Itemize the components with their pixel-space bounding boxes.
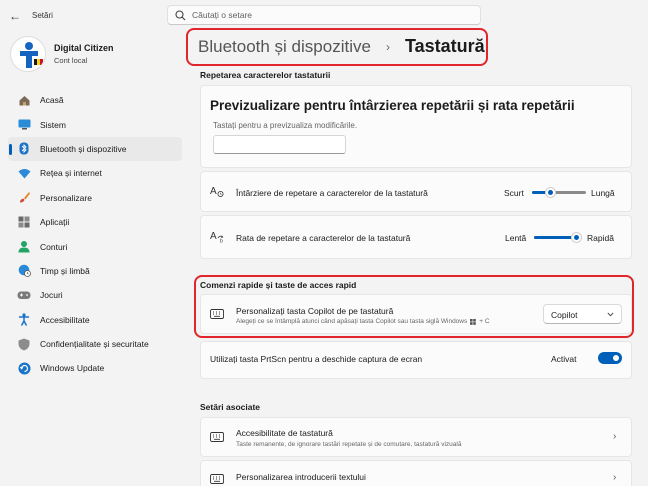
rate-icon: Ab xyxy=(210,229,226,245)
sidebar-item-label: Personalizare xyxy=(40,192,92,203)
sidebar-item-label: Windows Update xyxy=(40,363,105,374)
user-name: Digital Citizen xyxy=(54,43,114,53)
sidebar-item-label: Jocuri xyxy=(40,290,63,301)
shield-icon xyxy=(17,337,31,351)
apps-icon xyxy=(17,215,31,229)
sidebar-nav: Acasă Sistem Bluetooth și dispozitive Re… xyxy=(8,88,182,381)
sidebar-item-time-language[interactable]: Timp și limbă xyxy=(8,259,182,283)
gamepad-icon xyxy=(17,288,31,302)
svg-text:A: A xyxy=(210,231,217,242)
home-icon xyxy=(17,93,31,107)
delay-label: Întârziere de repetare a caracterelor de… xyxy=(236,188,428,198)
chevron-right-icon: › xyxy=(613,472,617,483)
copilot-description-text: Alegeți ce se întâmplă atunci când apăsa… xyxy=(236,318,468,325)
copilot-description: Alegeți ce se întâmplă atunci când apăsa… xyxy=(236,318,490,325)
delay-max-label: Lungă xyxy=(591,188,615,198)
monitor-icon xyxy=(17,118,31,132)
search-box[interactable] xyxy=(167,5,481,25)
accessibility-icon xyxy=(17,313,31,327)
preview-input[interactable] xyxy=(213,135,346,154)
windows-logo-icon xyxy=(470,318,477,325)
search-icon xyxy=(175,10,186,21)
sidebar-item-label: Aplicații xyxy=(40,217,70,228)
rate-label: Rata de repetare a caracterelor de la ta… xyxy=(236,233,411,243)
sidebar-item-bluetooth-devices[interactable]: Bluetooth și dispozitive xyxy=(8,136,182,162)
related-item-description: Taste remanente, de ignorare tastări rep… xyxy=(236,441,462,448)
prtscn-state-label: Activat xyxy=(551,354,577,364)
person-icon xyxy=(17,240,31,254)
prtscn-toggle[interactable] xyxy=(598,352,622,364)
preview-hint: Tastați pentru a previzualiza modificări… xyxy=(213,121,358,130)
breadcrumb-parent[interactable]: Bluetooth și dispozitive xyxy=(198,37,371,57)
breadcrumb-separator: › xyxy=(386,40,390,54)
sidebar-item-system[interactable]: Sistem xyxy=(8,112,182,136)
sidebar-item-label: Confidențialitate și securitate xyxy=(40,339,149,350)
copilot-dropdown-value: Copilot xyxy=(551,310,578,320)
wifi-icon xyxy=(17,166,31,180)
sidebar-item-accounts[interactable]: Conturi xyxy=(8,234,182,258)
section-title-repeat: Repetarea caracterelor tastaturii xyxy=(200,70,331,80)
digital-citizen-logo-icon xyxy=(12,38,45,71)
rate-slider[interactable] xyxy=(534,231,582,243)
copilot-label: Personalizați tasta Copilot de pe tastat… xyxy=(236,306,394,316)
copilot-dropdown[interactable]: Copilot xyxy=(543,304,622,324)
sidebar-item-label: Conturi xyxy=(40,241,68,252)
sidebar-item-label: Bluetooth și dispozitive xyxy=(40,143,127,154)
section-title-shortcuts: Comenzi rapide și taste de acces rapid xyxy=(200,280,357,290)
user-account-type: Cont local xyxy=(54,56,88,65)
sidebar-item-apps[interactable]: Aplicații xyxy=(8,210,182,234)
svg-text:A: A xyxy=(210,186,217,197)
rate-min-label: Lentă xyxy=(505,233,527,243)
app-title: Setări xyxy=(32,11,53,20)
sidebar-item-accessibility[interactable]: Accesibilitate xyxy=(8,308,182,332)
keyboard-icon xyxy=(210,309,224,321)
brush-icon xyxy=(17,191,31,205)
delay-slider-thumb[interactable] xyxy=(545,186,556,198)
sidebar-item-label: Sistem xyxy=(40,119,66,130)
rate-slider-thumb[interactable] xyxy=(571,231,582,243)
globe-clock-icon xyxy=(17,264,31,278)
delay-slider[interactable] xyxy=(532,186,586,198)
related-item-label: Personalizarea introducerii textului xyxy=(236,472,366,482)
delay-icon: A xyxy=(210,184,224,200)
keyboard-icon xyxy=(210,432,224,444)
sidebar-item-label: Acasă xyxy=(40,95,64,106)
chevron-right-icon: › xyxy=(613,431,617,442)
bluetooth-icon xyxy=(17,142,31,156)
rate-max-label: Rapidă xyxy=(587,233,614,243)
sidebar-item-privacy-security[interactable]: Confidențialitate și securitate xyxy=(8,332,182,356)
sidebar-item-label: Accesibilitate xyxy=(40,314,90,325)
copilot-description-suffix: + C xyxy=(479,318,490,325)
sidebar-item-gaming[interactable]: Jocuri xyxy=(8,283,182,307)
preview-title: Previzualizare pentru întârzierea repetă… xyxy=(210,98,575,113)
sidebar-item-label: Rețea și internet xyxy=(40,168,102,179)
update-icon xyxy=(17,361,31,375)
avatar[interactable] xyxy=(10,36,46,72)
section-title-related: Setări asociate xyxy=(200,402,261,412)
related-item-label: Accesibilitate de tastatură xyxy=(236,428,333,438)
page-title: Tastatură xyxy=(405,36,485,56)
sidebar-item-network[interactable]: Rețea și internet xyxy=(8,161,182,185)
prtscn-label: Utilizați tasta PrtScn pentru a deschide… xyxy=(210,354,423,364)
sidebar-item-home[interactable]: Acasă xyxy=(8,88,182,112)
keyboard-icon xyxy=(210,474,224,486)
sidebar-item-personalization[interactable]: Personalizare xyxy=(8,186,182,210)
sidebar-item-windows-update[interactable]: Windows Update xyxy=(8,356,182,380)
back-arrow-icon[interactable]: ← xyxy=(9,9,21,23)
chevron-down-icon xyxy=(607,312,614,317)
search-input[interactable] xyxy=(192,8,472,22)
svg-text:b: b xyxy=(220,239,223,244)
delay-min-label: Scurt xyxy=(504,188,524,198)
sidebar-item-label: Timp și limbă xyxy=(40,265,90,276)
